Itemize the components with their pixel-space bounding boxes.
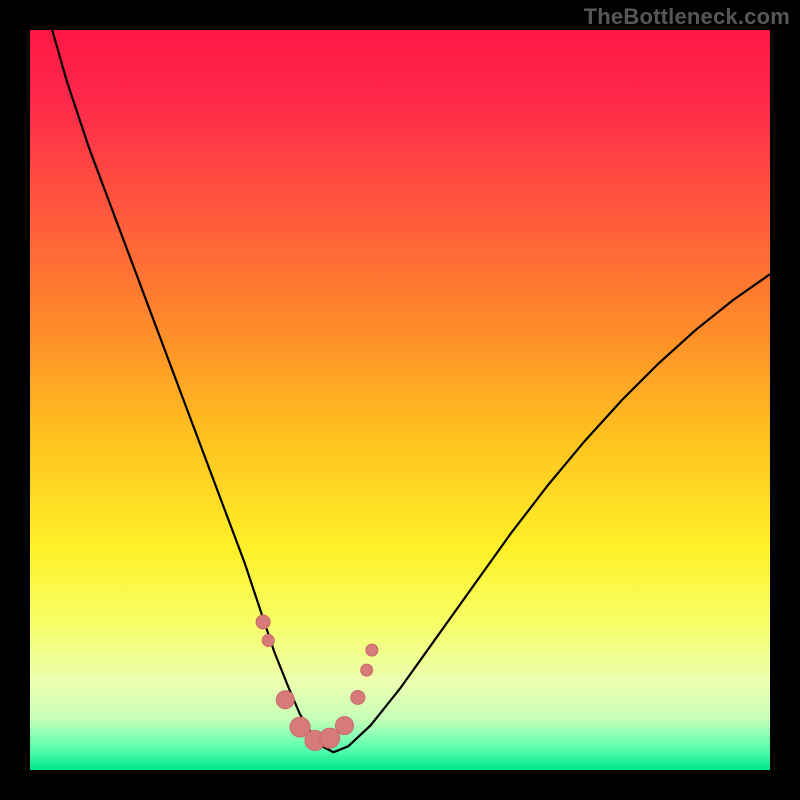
curve-marker [351, 690, 365, 704]
curve-marker [276, 691, 294, 709]
curve-marker [262, 635, 274, 647]
chart-frame [30, 30, 770, 770]
watermark-text: TheBottleneck.com [584, 4, 790, 30]
curve-marker [256, 615, 270, 629]
curve-marker [336, 717, 354, 735]
curve-marker [366, 644, 378, 656]
curve-marker [361, 664, 373, 676]
curve-marker [320, 728, 340, 748]
bottleneck-chart [30, 30, 770, 770]
gradient-background [30, 30, 770, 770]
